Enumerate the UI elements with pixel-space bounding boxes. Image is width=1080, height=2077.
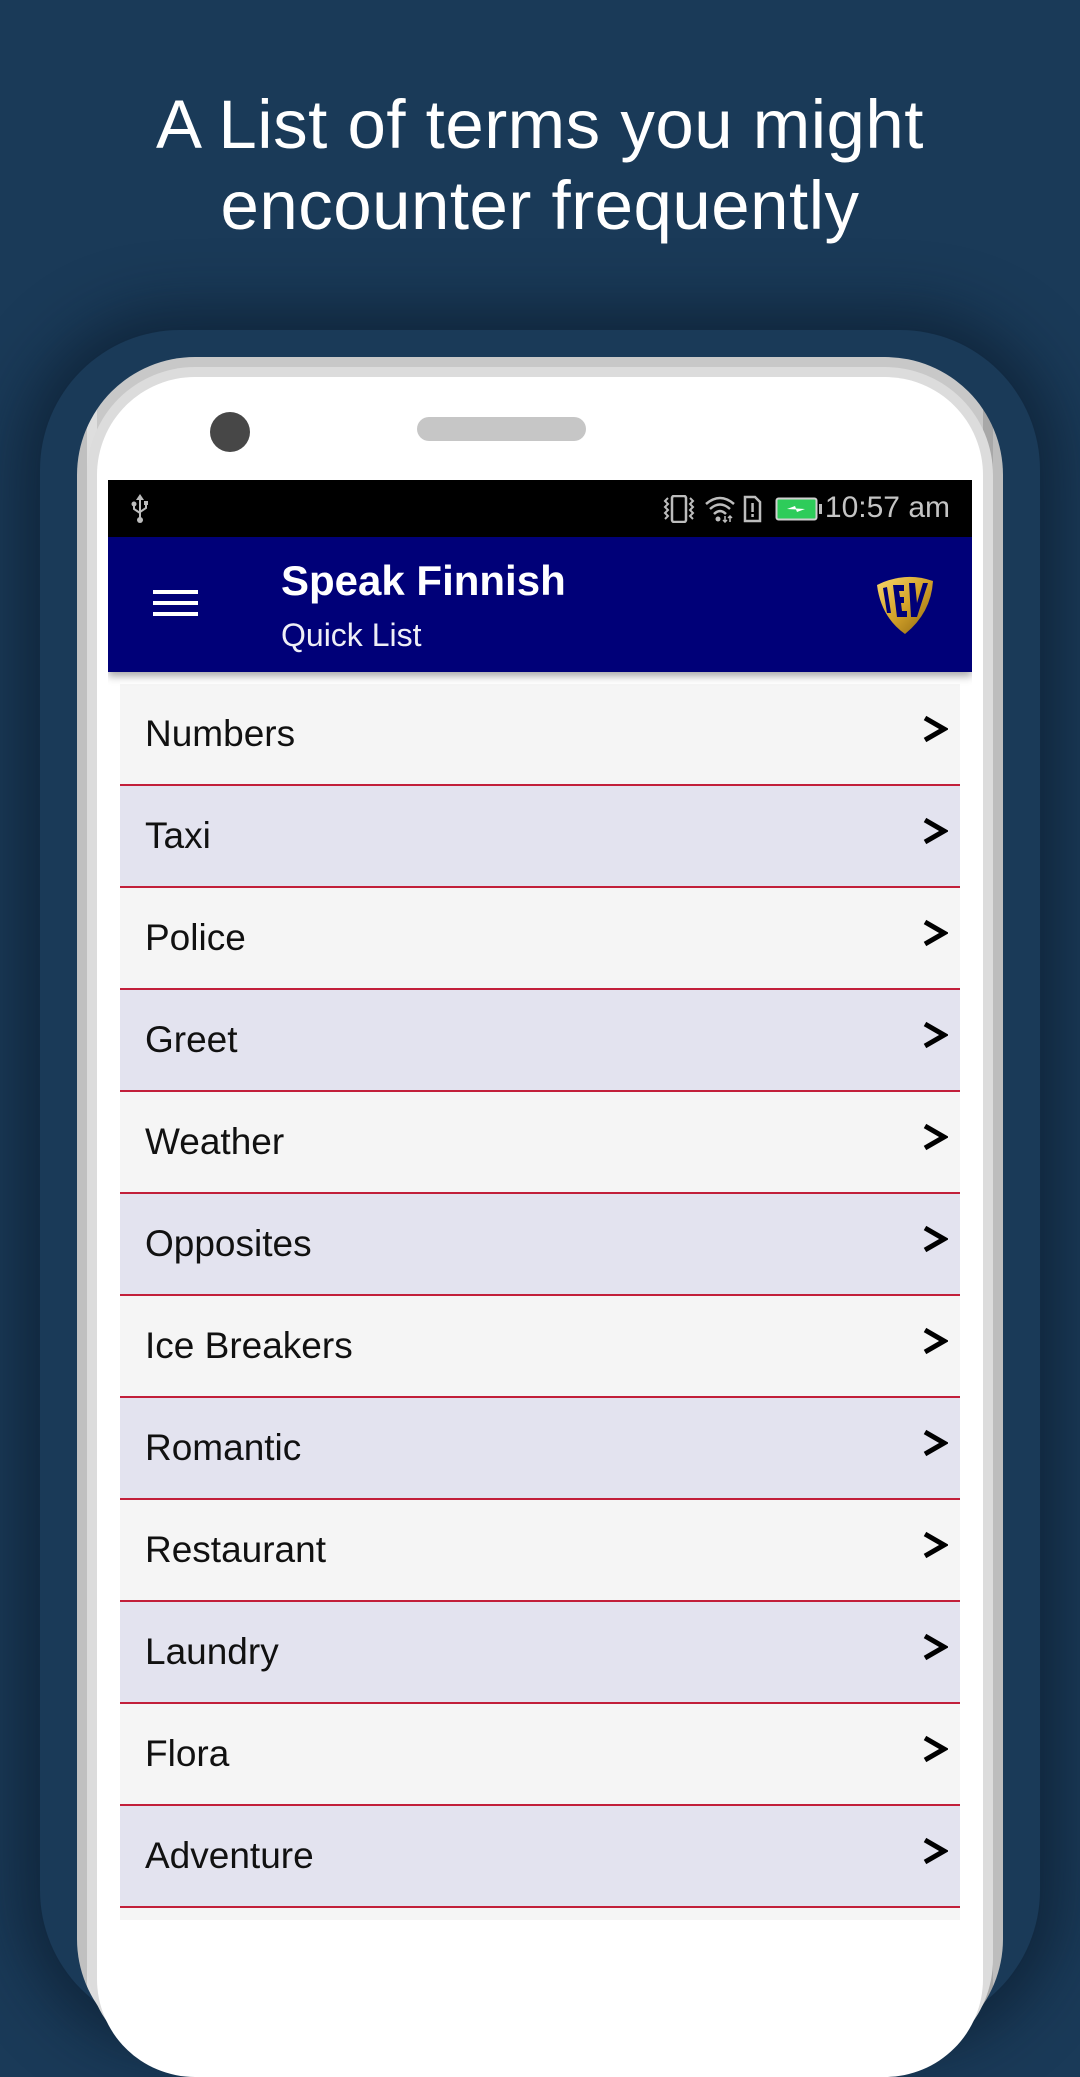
list-item-ice-breakers[interactable]: Ice Breakers: [120, 1296, 960, 1398]
list-item-weather[interactable]: Weather: [120, 1092, 960, 1194]
status-time: 10:57 am: [824, 491, 950, 524]
app-subtitle: Quick List: [281, 617, 422, 653]
chevron-right-icon: [923, 1633, 948, 1661]
chevron-right-icon: [923, 715, 948, 743]
wifi-icon: [704, 495, 736, 528]
list-item-label: Flora: [145, 1733, 230, 1774]
chevron-right-icon: [923, 1327, 948, 1355]
promo-headline: A List of terms you might encounter freq…: [0, 84, 1080, 246]
chevron-right-icon: [923, 1021, 948, 1049]
ev-logo-icon: [877, 576, 933, 634]
list-item-partial[interactable]: [120, 1908, 960, 1920]
list-item-laundry[interactable]: Laundry: [120, 1602, 960, 1704]
chevron-right-icon: [923, 1531, 948, 1559]
hamburger-menu-icon[interactable]: [153, 586, 198, 620]
list-item-label: Restaurant: [145, 1529, 326, 1570]
chevron-right-icon: [923, 817, 948, 845]
chevron-right-icon: [923, 1735, 948, 1763]
list-item-label: Numbers: [145, 713, 296, 754]
chevron-right-icon: [923, 1837, 948, 1865]
list-item-label: Greet: [145, 1019, 238, 1060]
status-bar: 10:57 am: [108, 480, 972, 537]
list-item-opposites[interactable]: Opposites: [120, 1194, 960, 1296]
battery-charging-icon: [775, 495, 825, 528]
front-camera: [210, 412, 250, 452]
promo-headline-line-1: A List of terms you might: [156, 86, 924, 163]
chevron-right-icon: [923, 919, 948, 947]
chevron-right-icon: [923, 1225, 948, 1253]
chevron-right-icon: [923, 1123, 948, 1151]
list-item-label: Ice Breakers: [145, 1325, 353, 1366]
chevron-right-icon: [923, 1429, 948, 1457]
quick-list: Numbers Taxi Police Greet Weather Opposi…: [120, 684, 960, 1920]
list-item-label: Police: [145, 917, 246, 958]
list-item-label: Adventure: [145, 1835, 314, 1876]
promo-headline-line-2: encounter frequently: [220, 167, 860, 244]
list-item-label: Laundry: [145, 1631, 279, 1672]
app-title: Speak Finnish: [281, 557, 566, 604]
app-bar: Speak Finnish Quick List: [108, 537, 972, 672]
list-item-greet[interactable]: Greet: [120, 990, 960, 1092]
list-item-numbers[interactable]: Numbers: [120, 684, 960, 786]
vibrate-icon: [662, 494, 696, 528]
hamburger-line: [153, 612, 198, 616]
hamburger-line: [153, 590, 198, 594]
phone-screen: 10:57 am Speak Finnish Quick List Number…: [108, 480, 972, 1920]
list-item-flora[interactable]: Flora: [120, 1704, 960, 1806]
list-item-taxi[interactable]: Taxi: [120, 786, 960, 888]
usb-icon: [131, 494, 148, 523]
list-item-romantic[interactable]: Romantic: [120, 1398, 960, 1500]
list-item-label: Romantic: [145, 1427, 302, 1468]
sim-alert-icon: [743, 495, 762, 528]
list-item-restaurant[interactable]: Restaurant: [120, 1500, 960, 1602]
list-item-police[interactable]: Police: [120, 888, 960, 990]
list-item-label: Taxi: [145, 815, 211, 856]
earpiece-speaker: [417, 417, 586, 441]
hamburger-line: [153, 601, 198, 605]
list-item-label: Weather: [145, 1121, 285, 1162]
list-item-adventure[interactable]: Adventure: [120, 1806, 960, 1908]
list-item-label: Opposites: [145, 1223, 312, 1264]
